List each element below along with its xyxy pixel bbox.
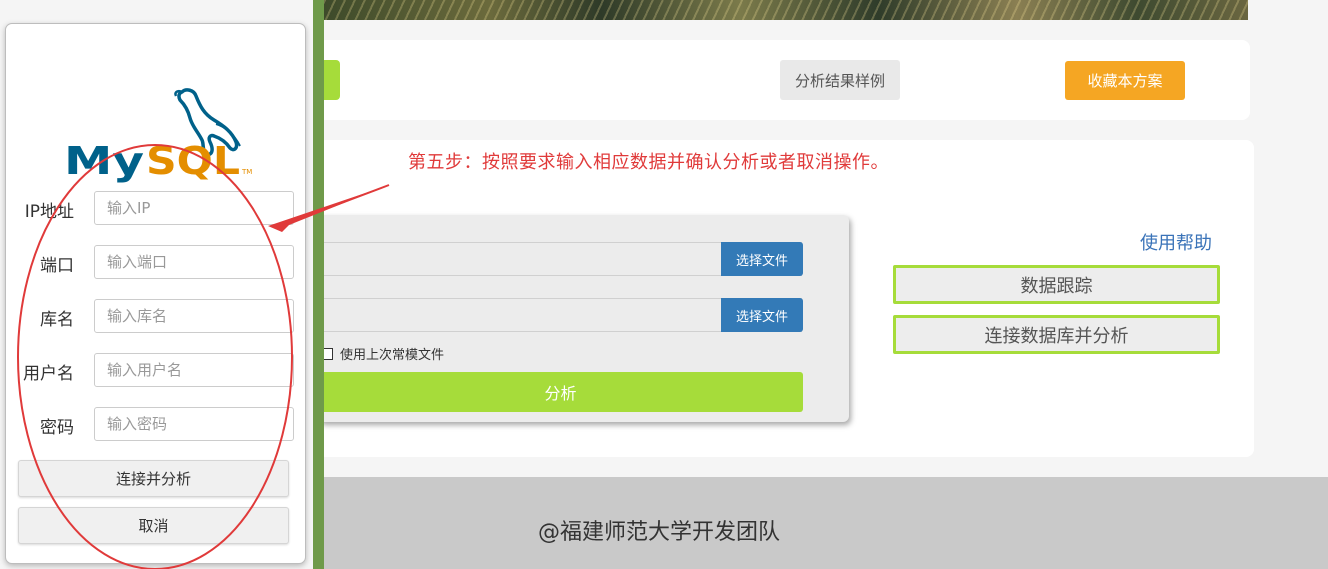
sample-result-button[interactable]: 分析结果样例 xyxy=(780,60,900,100)
ip-address-label: IP地址 xyxy=(24,202,74,222)
footer-credit: @福建师范大学开发团队 xyxy=(538,520,781,545)
svg-text:TM: TM xyxy=(241,168,252,176)
step-instruction-annotation: 第五步：按照要求输入相应数据并确认分析或者取消操作。 xyxy=(408,152,889,173)
use-last-file-label: 使用上次常模文件 xyxy=(340,348,445,363)
choose-file-button-2[interactable]: 选择文件 xyxy=(721,298,803,332)
mysql-logo: My SQL TM xyxy=(64,88,252,183)
cancel-button[interactable]: 取消 xyxy=(18,507,289,544)
connect-database-button[interactable]: 连接数据库并分析 xyxy=(893,315,1220,354)
svg-text:My: My xyxy=(64,139,144,183)
mysql-connection-dialog: My SQL TM IP地址 端口 库名 用户名 密码 连接并分析 取消 xyxy=(5,23,306,564)
svg-text:SQL: SQL xyxy=(146,139,240,183)
choose-file-button-1[interactable]: 选择文件 xyxy=(721,242,803,276)
favorite-plan-button[interactable]: 收藏本方案 xyxy=(1065,61,1185,100)
connect-and-analyze-button[interactable]: 连接并分析 xyxy=(18,460,289,497)
analyze-button[interactable]: 分析 xyxy=(318,372,803,412)
username-input[interactable] xyxy=(94,353,294,387)
username-label: 用户名 xyxy=(23,364,74,384)
port-label: 端口 xyxy=(40,256,74,276)
password-label: 密码 xyxy=(40,418,74,438)
ip-address-input[interactable] xyxy=(94,191,294,225)
footer xyxy=(318,477,1328,569)
use-last-file-option[interactable]: 使用上次常模文件 xyxy=(321,344,444,363)
help-link[interactable]: 使用帮助 xyxy=(1140,229,1212,255)
database-name-input[interactable] xyxy=(94,299,294,333)
panel-divider xyxy=(313,0,324,569)
port-input[interactable] xyxy=(94,245,294,279)
database-name-label: 库名 xyxy=(40,310,74,330)
header-banner-image xyxy=(324,0,1248,20)
password-input[interactable] xyxy=(94,407,294,441)
data-tracking-button[interactable]: 数据跟踪 xyxy=(893,265,1220,304)
